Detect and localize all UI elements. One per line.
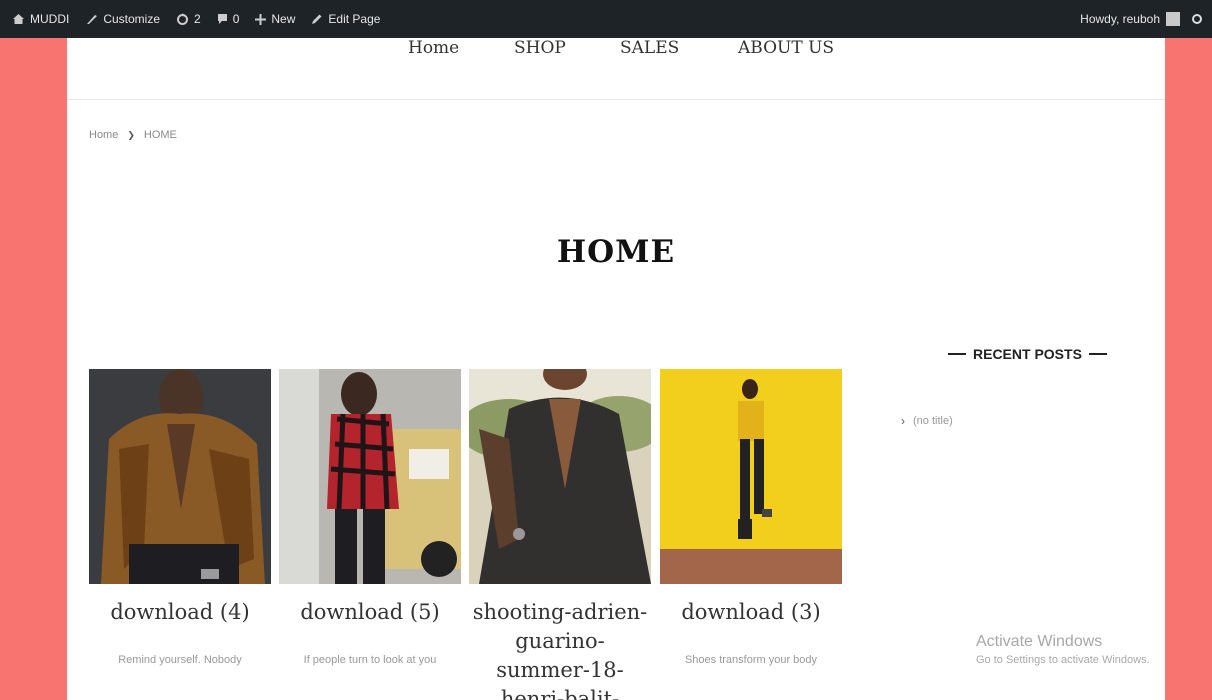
page-title: HOME <box>556 234 676 270</box>
product-card[interactable]: shooting-adrien-guarino-summer-18-henri-… <box>469 369 651 700</box>
customize-label: Customize <box>103 12 161 26</box>
chevron-right-icon: › <box>901 414 905 428</box>
breadcrumb-current: HOME <box>143 129 177 141</box>
home-icon <box>13 14 24 24</box>
breadcrumb-home[interactable]: Home <box>89 129 118 141</box>
plus-icon <box>255 13 267 25</box>
avatar[interactable] <box>1166 12 1180 26</box>
site-name-link[interactable]: MUDDI <box>12 12 69 26</box>
watermark-subtitle: Go to Settings to activate Windows. <box>976 654 1150 666</box>
edit-page-label: Edit Page <box>328 12 381 26</box>
comments-count: 0 <box>232 12 240 26</box>
product-image[interactable] <box>89 369 271 584</box>
new-content-link[interactable]: New <box>255 12 295 26</box>
updates-icon <box>177 12 189 25</box>
recent-posts-title: RECENT POSTS <box>941 346 1114 362</box>
widget-title-text: RECENT POSTS <box>973 346 1082 362</box>
product-title[interactable]: shooting-adrien-guarino-summer-18-henri-… <box>469 598 651 700</box>
product-image[interactable] <box>279 369 461 584</box>
nav-item-home[interactable]: Home <box>408 38 459 58</box>
pencil-icon <box>312 14 322 24</box>
howdy-account[interactable]: Howdy, reuboh <box>1080 12 1160 26</box>
divider <box>1088 353 1107 355</box>
product-excerpt: Remind yourself. Nobody <box>118 654 242 666</box>
product-image[interactable] <box>660 369 842 584</box>
comment-icon <box>217 14 227 24</box>
edit-page-link[interactable]: Edit Page <box>311 12 380 26</box>
brush-icon <box>87 15 98 24</box>
divider <box>948 353 966 355</box>
product-title[interactable]: download (4) <box>89 598 271 627</box>
new-label: New <box>271 12 296 26</box>
customize-link[interactable]: Customize <box>85 12 160 26</box>
product-card[interactable]: download (5) If people turn to look at y… <box>279 369 461 679</box>
nav-item-about-us[interactable]: ABOUT US <box>738 38 834 58</box>
main-navigation: Home SHOP SALES ABOUT US <box>67 38 1165 100</box>
nav-item-sales[interactable]: SALES <box>620 38 679 58</box>
activate-windows-watermark: Activate Windows Go to Settings to activ… <box>976 632 1150 668</box>
recent-post-item[interactable]: › (no title) <box>901 414 953 428</box>
product-title[interactable]: download (5) <box>279 598 461 627</box>
admin-bar: MUDDI Customize 2 0 New Edit Page Howdy,… <box>0 0 1212 38</box>
search-icon[interactable] <box>1192 14 1202 24</box>
breadcrumb: Home ❯ HOME <box>89 129 177 141</box>
product-excerpt: Shoes transform your body <box>684 654 818 666</box>
product-card[interactable]: download (3) Shoes transform your body <box>660 369 842 679</box>
page-content: Home SHOP SALES ABOUT US Home ❯ HOME HOM… <box>67 38 1165 700</box>
chevron-right-icon: ❯ <box>127 129 135 140</box>
product-excerpt: If people turn to look at you <box>303 654 437 666</box>
updates-count: 2 <box>194 12 201 26</box>
product-card[interactable]: download (4) Remind yourself. Nobody <box>89 369 271 679</box>
site-name: MUDDI <box>30 12 70 26</box>
updates-link[interactable]: 2 <box>176 12 201 26</box>
watermark-title: Activate Windows <box>976 633 1103 650</box>
recent-post-link[interactable]: (no title) <box>913 415 953 427</box>
comments-link[interactable]: 0 <box>217 12 240 26</box>
product-image[interactable] <box>469 369 651 584</box>
nav-item-shop[interactable]: SHOP <box>514 38 566 58</box>
product-title[interactable]: download (3) <box>660 598 842 627</box>
